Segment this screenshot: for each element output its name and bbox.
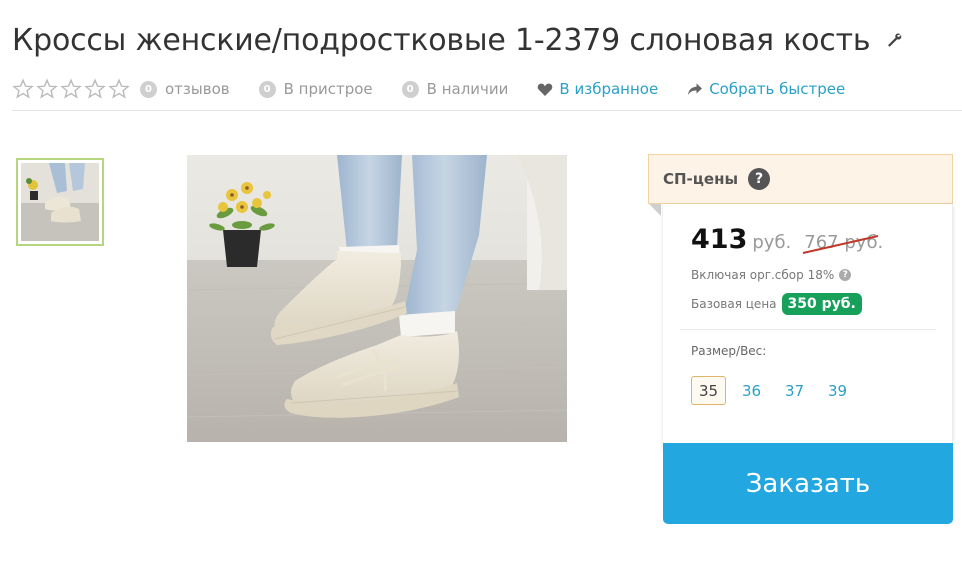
star-icon[interactable]: [108, 78, 131, 100]
reviews-count-badge: 0: [140, 80, 157, 98]
collect-link[interactable]: Собрать быстрее: [687, 80, 845, 98]
product-title: Кроссы женские/подростковые 1-2379 слоно…: [12, 22, 871, 58]
star-icon[interactable]: [36, 78, 59, 100]
fee-text: Включая орг.сбор 18%: [691, 268, 835, 282]
panel-notch: [649, 204, 661, 216]
currency-label: руб.: [752, 232, 792, 253]
size-option[interactable]: 35: [691, 376, 726, 405]
fee-help-icon[interactable]: ?: [839, 269, 852, 281]
size-option[interactable]: 37: [777, 376, 812, 405]
base-price-label: Базовая цена: [691, 297, 777, 311]
collect-label: Собрать быстрее: [709, 80, 846, 98]
order-button[interactable]: Заказать: [663, 443, 953, 524]
favorite-label: В избранное: [559, 80, 659, 98]
star-icon[interactable]: [60, 78, 83, 100]
old-price: 767 руб.: [803, 232, 883, 254]
attach-info: 0 В пристрое: [258, 80, 373, 98]
rating-stars[interactable]: [12, 78, 131, 100]
star-icon[interactable]: [12, 78, 35, 100]
attach-label: В пристрое: [283, 80, 373, 98]
base-price-info: Базовая цена 350 руб.: [691, 293, 862, 315]
fee-info: Включая орг.сбор 18% ?: [691, 268, 852, 282]
help-icon[interactable]: ?: [748, 168, 771, 190]
product-photo: [186, 155, 568, 442]
sp-prices-header: СП-цены ?: [648, 154, 953, 204]
size-option[interactable]: 36: [734, 376, 769, 405]
reviews-info: 0 отзывов: [140, 80, 230, 98]
base-price-badge: 350 руб.: [781, 293, 862, 315]
heart-icon: [537, 82, 553, 97]
share-arrow-icon: [687, 82, 703, 97]
reviews-label: отзывов: [165, 80, 230, 98]
strikethrough-line: [803, 235, 879, 254]
size-label: Размер/Вес:: [691, 344, 767, 358]
current-price: 413: [691, 224, 748, 255]
size-options: 35 36 37 39: [691, 376, 863, 405]
stock-count-badge: 0: [401, 80, 419, 98]
star-icon[interactable]: [84, 78, 107, 100]
wrench-icon[interactable]: [886, 32, 902, 48]
attach-count-badge: 0: [258, 80, 276, 98]
header-divider: [12, 110, 962, 111]
meta-row: 0 отзывов 0 В пристрое 0 В наличии В изб…: [12, 76, 962, 102]
price-divider: [680, 329, 936, 330]
stock-label: В наличии: [426, 80, 509, 98]
stock-info: 0 В наличии: [401, 80, 509, 98]
product-thumbnail[interactable]: [16, 158, 104, 246]
sp-prices-title: СП-цены: [663, 170, 739, 188]
size-option[interactable]: 39: [820, 376, 855, 405]
title-row: Кроссы женские/подростковые 1-2379 слоно…: [12, 18, 952, 62]
favorite-link[interactable]: В избранное: [537, 80, 658, 98]
price-line: 413 руб. 767 руб.: [691, 224, 883, 255]
price-card: 413 руб. 767 руб. Включая орг.сбор 18% ?…: [663, 204, 953, 450]
thumbnail-image: [21, 163, 99, 241]
